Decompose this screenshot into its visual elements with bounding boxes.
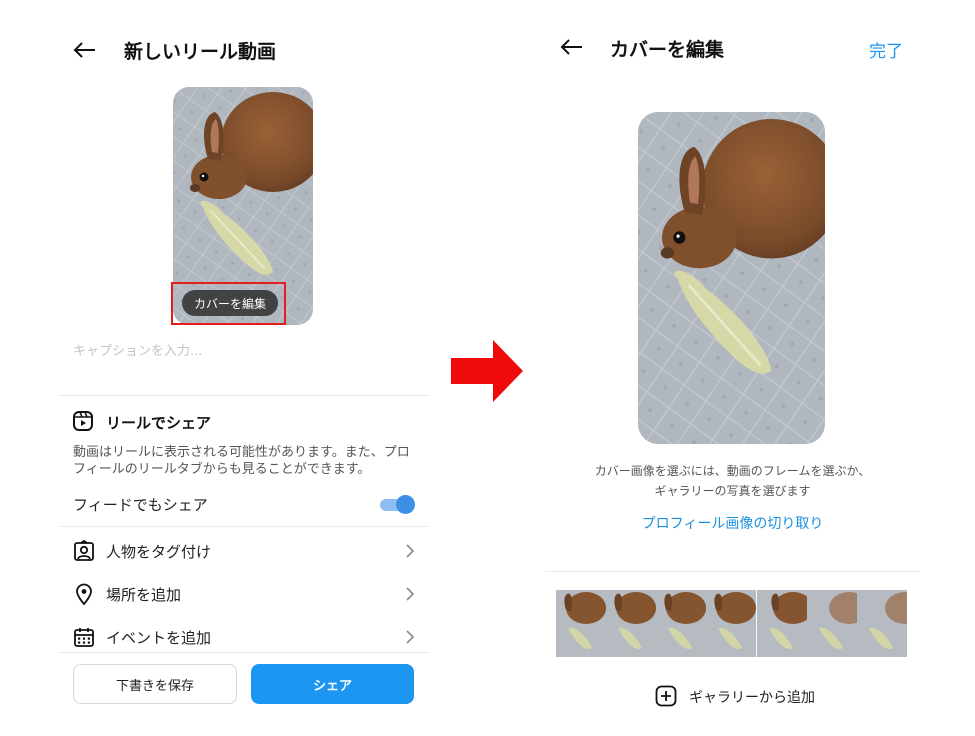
- arrow-right-icon: [451, 340, 523, 402]
- divider: [58, 526, 430, 527]
- video-frame[interactable]: [756, 590, 807, 657]
- hint-line-1: カバー画像を選ぶには、動画のフレームを選ぶか、: [594, 464, 871, 478]
- arrow-left-icon[interactable]: [72, 41, 98, 59]
- cover-hint: カバー画像を選ぶには、動画のフレームを選ぶか、 ギャラリーの写真を選びます: [545, 461, 920, 501]
- profile-crop-link[interactable]: プロフィール画像の切り取り: [545, 513, 920, 533]
- video-frame[interactable]: [706, 590, 757, 657]
- chevron-right-icon: [405, 629, 415, 645]
- chevron-right-icon: [405, 543, 415, 559]
- video-frame[interactable]: [856, 590, 907, 657]
- frame-filmstrip[interactable]: [556, 590, 907, 657]
- row-label: 人物をタグ付け: [106, 543, 212, 561]
- share-button[interactable]: シェア: [251, 664, 414, 704]
- feed-share-toggle[interactable]: [380, 494, 415, 514]
- calendar-icon: [73, 626, 95, 648]
- divider: [58, 395, 430, 396]
- row-tag-people[interactable]: 人物をタグ付け: [73, 538, 415, 566]
- caption-input[interactable]: キャプションを入力...: [73, 340, 202, 359]
- reels-share-description: 動画はリールに表示される可能性があります。また、プロフィールのリールタブからも見…: [73, 445, 410, 477]
- chevron-right-icon: [405, 586, 415, 602]
- reels-icon: [73, 411, 93, 431]
- divider: [545, 571, 920, 572]
- divider: [58, 652, 430, 653]
- video-frame[interactable]: [556, 590, 607, 657]
- save-draft-button[interactable]: 下書きを保存: [73, 664, 237, 704]
- page-title: 新しいリール動画: [124, 41, 277, 63]
- feed-share-label: フィードでもシェア: [73, 496, 208, 514]
- hint-line-2: ギャラリーの写真を選びます: [654, 484, 811, 498]
- edit-cover-screen: カバーを編集 完了 カバー画像を選ぶには、動画のフレームを選ぶか、 ギャラリーの…: [545, 20, 920, 720]
- highlight-annotation: [171, 282, 286, 325]
- video-frame[interactable]: [606, 590, 657, 657]
- row-add-event[interactable]: イベントを追加: [73, 624, 415, 652]
- row-label: 場所を追加: [106, 586, 182, 604]
- video-frame[interactable]: [806, 590, 857, 657]
- gallery-add-label: ギャラリーから追加: [689, 690, 815, 706]
- page-title: カバーを編集: [610, 39, 725, 61]
- reels-share-title: リールでシェア: [106, 414, 212, 432]
- location-pin-icon: [73, 583, 95, 606]
- cover-preview: [638, 112, 825, 444]
- arrow-left-icon[interactable]: [559, 38, 585, 56]
- add-from-gallery-button[interactable]: ギャラリーから追加: [655, 684, 855, 708]
- video-frame[interactable]: [656, 590, 707, 657]
- row-label: イベントを追加: [106, 629, 212, 647]
- plus-square-icon: [655, 685, 677, 707]
- person-tag-icon: [73, 539, 95, 562]
- new-reel-screen: 新しいリール動画 カバーを編集 キャプションを入力... リールでシェア 動画は…: [58, 20, 430, 720]
- row-add-location[interactable]: 場所を追加: [73, 581, 415, 609]
- done-button[interactable]: 完了: [869, 37, 903, 62]
